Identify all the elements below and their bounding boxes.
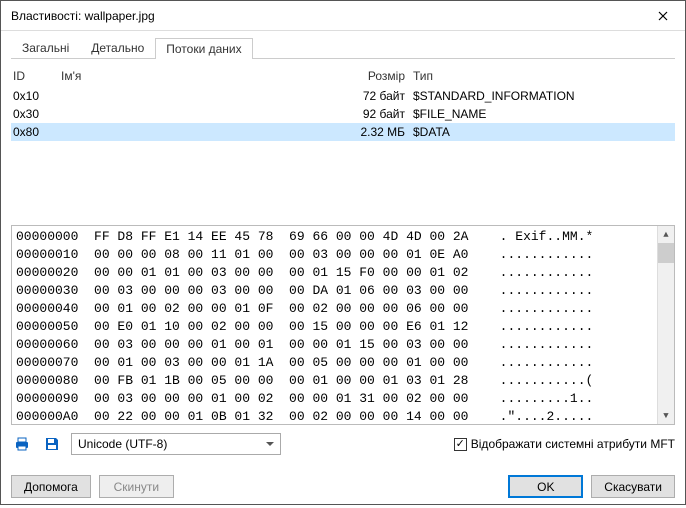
table-row[interactable]: 0x30 92 байт$FILE_NAME xyxy=(11,105,675,123)
hex-row: 00000020 00 00 01 01 00 03 00 00 00 01 1… xyxy=(16,264,653,282)
print-icon[interactable] xyxy=(11,433,33,455)
scrollbar-vertical[interactable]: ▲ ▼ xyxy=(657,226,674,424)
hex-row: 00000000 FF D8 FF E1 14 EE 45 78 69 66 0… xyxy=(16,228,653,246)
cell-size: 92 байт xyxy=(333,107,413,121)
cell-name xyxy=(61,89,333,103)
checkbox-label: Відображати системні атрибути MFT xyxy=(471,437,675,451)
cell-id: 0x30 xyxy=(13,107,61,121)
encoding-select[interactable]: Unicode (UTF-8) xyxy=(71,433,281,455)
hex-row: 00000080 00 FB 01 1B 00 05 00 00 00 01 0… xyxy=(16,372,653,390)
ok-button[interactable]: OK xyxy=(508,475,583,498)
window-title: Властивості: wallpaper.jpg xyxy=(11,9,640,23)
cell-size: 72 байт xyxy=(333,89,413,103)
hex-viewer: 00000000 FF D8 FF E1 14 EE 45 78 69 66 0… xyxy=(11,225,675,425)
encoding-value: Unicode (UTF-8) xyxy=(78,437,167,451)
hex-row: 00000060 00 03 00 00 00 01 00 01 00 00 0… xyxy=(16,336,653,354)
cell-name xyxy=(61,125,333,139)
help-button[interactable]: Допомога xyxy=(11,475,91,498)
col-header-size[interactable]: Розмір xyxy=(333,69,413,83)
checkbox-icon: ✓ xyxy=(454,438,467,451)
tab-general[interactable]: Загальні xyxy=(11,37,80,58)
hex-row: 00000070 00 01 00 03 00 00 01 1A 00 05 0… xyxy=(16,354,653,372)
mft-checkbox[interactable]: ✓ Відображати системні атрибути MFT xyxy=(454,437,675,451)
scroll-thumb[interactable] xyxy=(658,243,674,263)
col-header-name[interactable]: Ім'я xyxy=(61,69,333,83)
tab-streams[interactable]: Потоки даних xyxy=(155,38,252,59)
cell-size: 2.32 МБ xyxy=(333,125,413,139)
table-row[interactable]: 0x10 72 байт$STANDARD_INFORMATION xyxy=(11,87,675,105)
tab-details[interactable]: Детально xyxy=(80,37,155,58)
hex-row: 000000A0 00 22 00 00 01 0B 01 32 00 02 0… xyxy=(16,408,653,424)
close-icon[interactable] xyxy=(640,1,685,31)
cell-id: 0x10 xyxy=(13,89,61,103)
col-header-id[interactable]: ID xyxy=(13,69,61,83)
cell-id: 0x80 xyxy=(13,125,61,139)
hex-row: 00000090 00 03 00 00 00 01 00 02 00 00 0… xyxy=(16,390,653,408)
table-row[interactable]: 0x80 2.32 МБ$DATA xyxy=(11,123,675,141)
hex-row: 00000010 00 00 00 08 00 11 01 00 00 03 0… xyxy=(16,246,653,264)
scroll-up-icon[interactable]: ▲ xyxy=(658,226,674,243)
col-header-type[interactable]: Тип xyxy=(413,69,673,83)
cell-type: $FILE_NAME xyxy=(413,107,673,121)
hex-row: 00000050 00 E0 01 10 00 02 00 00 00 15 0… xyxy=(16,318,653,336)
cell-type: $DATA xyxy=(413,125,673,139)
tab-bar: Загальні Детально Потоки даних xyxy=(11,37,675,59)
reset-button: Скинути xyxy=(99,475,174,498)
hex-row: 00000030 00 03 00 00 00 03 00 00 00 DA 0… xyxy=(16,282,653,300)
streams-table: ID Ім'я Розмір Тип 0x10 72 байт$STANDARD_… xyxy=(11,65,675,141)
cell-name xyxy=(61,107,333,121)
cancel-button[interactable]: Скасувати xyxy=(591,475,675,498)
save-icon[interactable] xyxy=(41,433,63,455)
cell-type: $STANDARD_INFORMATION xyxy=(413,89,673,103)
hex-row: 00000040 00 01 00 02 00 00 01 0F 00 02 0… xyxy=(16,300,653,318)
scroll-down-icon[interactable]: ▼ xyxy=(658,407,674,424)
